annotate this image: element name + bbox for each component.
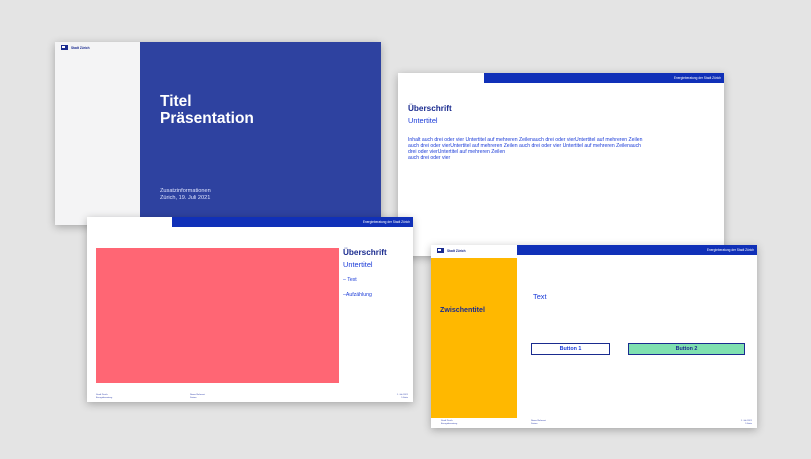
header-bar-text: Energieberatung der Stadt Zürich: [362, 220, 410, 224]
header-bar: Energieberatung der Stadt Zürich: [484, 73, 724, 83]
footer-middle: Name Referent Datum: [531, 420, 546, 425]
button-2[interactable]: Button 2: [628, 343, 745, 355]
section-title: Zwischentitel: [440, 306, 485, 314]
presentation-title: Titel Präsentation: [160, 93, 254, 127]
section-text: Text: [533, 292, 547, 301]
header-bar: Energieberatung der Stadt Zürich: [172, 217, 413, 227]
title-panel: Titel Präsentation Zusatzinformationen Z…: [140, 42, 381, 225]
logo: Stadt Zürich: [437, 248, 466, 253]
zurich-logo-icon: [61, 45, 68, 50]
header-bar-text: Energieberatung der Stadt Zürich: [706, 248, 754, 252]
info-line-2: Zürich, 19. Juli 2021: [160, 195, 211, 201]
zurich-logo-icon: [437, 248, 444, 253]
footer-right: 1. Juli 2021 5 Seite: [396, 394, 408, 399]
logo: Stadt Zürich: [61, 45, 90, 50]
list-item: –Aufzählung: [343, 292, 372, 298]
slide-heading: Überschrift: [343, 248, 387, 257]
additional-info: Zusatzinformationen Zürich, 19. Juli 202…: [160, 188, 211, 202]
header-bar-text: Energieberatung der Stadt Zürich: [673, 76, 721, 80]
title-line-1: Titel: [160, 93, 192, 110]
logo-text: Stadt Zürich: [447, 248, 466, 253]
slide-image-text[interactable]: Energieberatung der Stadt Zürich Übersch…: [87, 217, 413, 402]
slide-text[interactable]: Energieberatung der Stadt Zürich Übersch…: [398, 73, 724, 256]
footer-right: 1. Juli 2021 5 Seite: [740, 420, 752, 425]
slide-section[interactable]: Stadt Zürich Energieberatung der Stadt Z…: [431, 245, 757, 428]
slide-title-presentation[interactable]: Stadt Zürich Titel Präsentation Zusatzin…: [55, 42, 381, 225]
button-1[interactable]: Button 1: [531, 343, 610, 355]
title-line-2: Präsentation: [160, 110, 254, 127]
footer-middle: Name Referent Datum: [190, 394, 205, 399]
info-line-1: Zusatzinformationen: [160, 188, 211, 194]
slide-heading: Überschrift: [408, 104, 452, 113]
slide-subtitle: Untertitel: [343, 260, 373, 269]
image-placeholder: [96, 248, 339, 383]
slide-body-text: Inhalt auch drei oder vier Untertitel au…: [408, 137, 643, 162]
list-item: – Text: [343, 277, 357, 283]
footer-left: Stadt Zürich Energieberatung: [96, 394, 113, 399]
slide-left-column: Stadt Zürich: [55, 42, 140, 225]
slide-subtitle: Untertitel: [408, 116, 438, 125]
footer-left: Stadt Zürich Energieberatung: [441, 420, 458, 425]
header-bar: Energieberatung der Stadt Zürich: [517, 245, 757, 255]
logo-text: Stadt Zürich: [71, 45, 90, 50]
section-panel: Zwischentitel: [431, 258, 517, 418]
